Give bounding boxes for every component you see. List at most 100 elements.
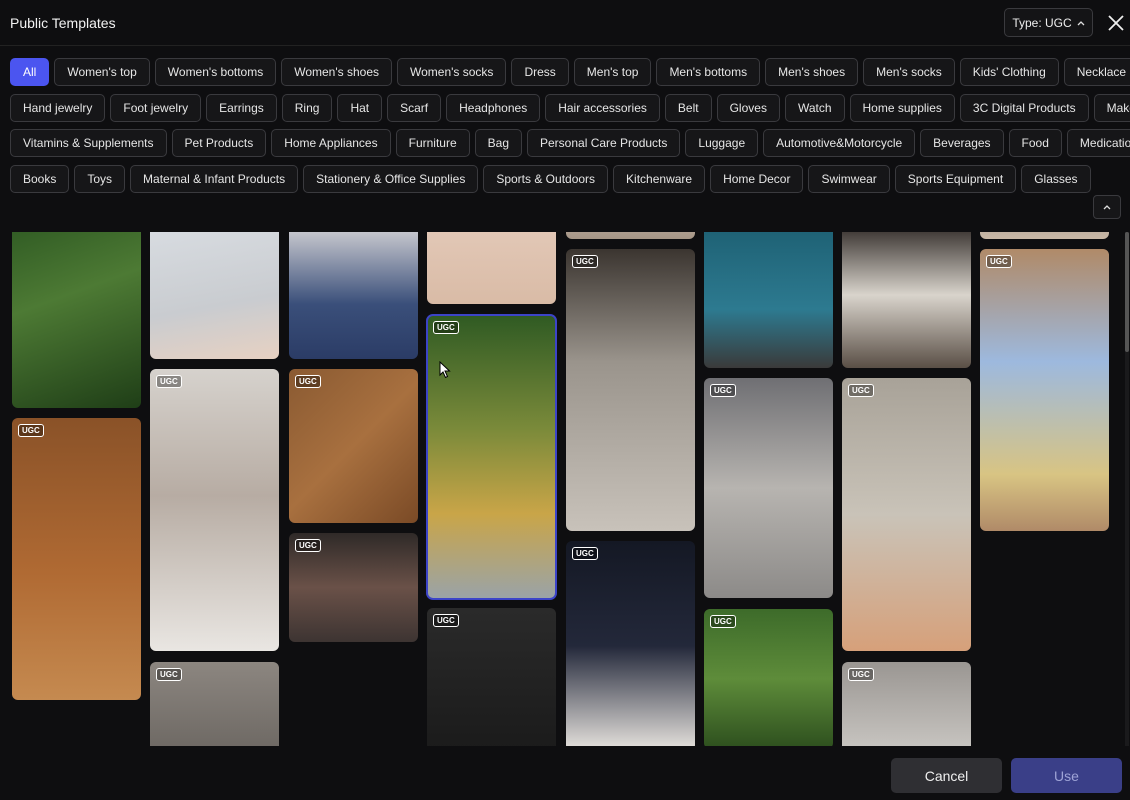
category-chip[interactable]: Glasses (1021, 165, 1091, 193)
shampoo-bottle-photo[interactable]: UGC (426, 314, 557, 600)
category-chip[interactable]: Earrings (206, 94, 277, 122)
template-gallery: UGC UGC UGC UGC UGC UGC UGC UGC UGC UGC UGC UGC UGC U… (0, 232, 1130, 746)
type-filter-dropdown[interactable]: Type: UGC (1004, 8, 1093, 37)
jeans-outfit-photo[interactable] (289, 232, 418, 359)
kids-sweater-vest-photo[interactable]: UGC (980, 249, 1109, 531)
category-chip[interactable]: Vitamins & Supplements (10, 129, 167, 157)
badminton-racket-photo[interactable] (704, 232, 833, 368)
category-chip[interactable]: Bag (474, 129, 522, 157)
woman-holding-sunscreen-photo[interactable]: UGC (150, 369, 279, 651)
sneakers-photo[interactable]: UGC (150, 662, 279, 746)
category-chip[interactable]: Automotive&Motorcycle (763, 129, 916, 157)
category-chip[interactable]: All (10, 58, 50, 86)
hand-holding-can-photo[interactable] (150, 232, 279, 359)
category-chip[interactable]: Men's bottoms (656, 58, 761, 86)
category-chip[interactable]: 3C Digital Products (959, 94, 1089, 122)
hand-photo[interactable] (427, 232, 556, 304)
category-chip[interactable]: Headphones (446, 94, 541, 122)
ugc-badge: UGC (433, 614, 459, 627)
category-chip[interactable]: Home Appliances (271, 129, 391, 157)
category-chip[interactable]: Stationery & Office Supplies (303, 165, 479, 193)
ugc-badge: UGC (572, 547, 598, 560)
cancel-button[interactable]: Cancel (891, 758, 1002, 793)
facial-device-photo[interactable]: UGC (704, 378, 833, 598)
ugc-badge: UGC (710, 384, 736, 397)
category-chip[interactable]: Hair accessories (545, 94, 660, 122)
page-title: Public Templates (10, 15, 116, 31)
category-chip[interactable]: Men's shoes (765, 58, 859, 86)
modal-header: Public Templates Type: UGC (0, 0, 1130, 46)
tennis-racket-photo[interactable]: UGC (427, 608, 556, 746)
category-chip[interactable]: Men's socks (863, 58, 955, 86)
category-chip[interactable]: Beverages (920, 129, 1004, 157)
white-dress-photo[interactable] (842, 232, 971, 368)
category-chip[interactable]: Kitchenware (613, 165, 706, 193)
type-filter-label: Type: UGC (1012, 15, 1072, 30)
category-chip[interactable]: Pet Products (171, 129, 267, 157)
chevron-up-icon (1103, 205, 1111, 210)
drink-bottle-photo[interactable]: UGC (842, 378, 971, 651)
ugc-badge: UGC (433, 321, 459, 334)
scrollbar-thumb[interactable] (1125, 232, 1129, 352)
category-chip[interactable]: Ring (281, 94, 333, 122)
category-chip[interactable]: Medications (1066, 129, 1130, 157)
gallery-scrollbar[interactable] (1125, 232, 1129, 746)
category-chip[interactable]: Women's bottoms (154, 58, 277, 86)
category-chip[interactable]: Home supplies (849, 94, 955, 122)
ugc-badge: UGC (848, 668, 874, 681)
shampoo-bottle-on-wood-photo[interactable]: UGC (289, 369, 418, 523)
wrist-watch-photo[interactable]: UGC (566, 541, 695, 746)
category-chip[interactable]: Women's top (54, 58, 150, 86)
category-chip[interactable]: Swimwear (808, 165, 890, 193)
category-chip[interactable]: Luggage (685, 129, 759, 157)
ugc-badge: UGC (295, 375, 321, 388)
pump-bottle-photo[interactable]: UGC (842, 662, 971, 746)
category-row: Hand jewelry Foot jewelry Earrings Ring Hat S… (10, 94, 1130, 122)
ugc-badge: UGC (986, 255, 1012, 268)
ugc-badge: UGC (572, 255, 598, 268)
category-chip[interactable]: Women's socks (397, 58, 507, 86)
category-row: All Women's top Women's bottoms Women's sho… (10, 58, 1130, 86)
chevron-up-icon (1077, 20, 1085, 25)
category-chip[interactable]: Kids' Clothing (959, 58, 1059, 86)
ugc-badge: UGC (18, 424, 44, 437)
close-icon[interactable] (1106, 13, 1126, 33)
street-style-woman-photo[interactable]: UGC (566, 249, 695, 531)
category-chip[interactable]: Furniture (395, 129, 470, 157)
ugc-badge: UGC (848, 384, 874, 397)
ugc-badge: UGC (156, 375, 182, 388)
skincare-spray-bottle-photo[interactable] (12, 232, 141, 408)
category-chip[interactable]: Dress (511, 58, 569, 86)
category-chip[interactable]: Toys (74, 165, 126, 193)
category-chip[interactable]: Books (10, 165, 70, 193)
ugc-badge: UGC (295, 539, 321, 552)
use-button[interactable]: Use (1011, 758, 1122, 793)
category-chip[interactable]: Hat (337, 94, 383, 122)
category-chip[interactable]: Necklace (1063, 58, 1130, 86)
category-chip[interactable]: Makeup (1093, 94, 1130, 122)
collapse-categories-button[interactable] (1093, 195, 1121, 219)
category-chip[interactable]: Sports Equipment (894, 165, 1017, 193)
category-chip[interactable]: Foot jewelry (110, 94, 202, 122)
template-thumbnail-photo[interactable] (566, 232, 695, 239)
category-chip[interactable]: Food (1008, 129, 1062, 157)
category-chip[interactable]: Women's shoes (281, 58, 392, 86)
category-chip[interactable]: Watch (784, 94, 845, 122)
category-chip[interactable]: Scarf (387, 94, 442, 122)
category-chip[interactable]: Home Decor (710, 165, 804, 193)
serum-dropper-bottle-photo[interactable]: UGC (12, 418, 141, 700)
category-chip[interactable]: Belt (664, 94, 712, 122)
template-thumbnail-photo[interactable] (980, 232, 1109, 239)
category-chip[interactable]: Maternal & Infant Products (130, 165, 299, 193)
category-chip[interactable]: Sports & Outdoors (483, 165, 609, 193)
lip-balm-photo[interactable]: UGC (704, 609, 833, 746)
category-row: Books Toys Maternal & Infant Products Stati… (10, 165, 1091, 193)
ugc-badge: UGC (156, 668, 182, 681)
mouse-cursor-icon (439, 361, 451, 379)
category-chip[interactable]: Personal Care Products (527, 129, 681, 157)
ping-pong-paddle-photo[interactable]: UGC (289, 533, 418, 642)
category-chip[interactable]: Men's top (573, 58, 652, 86)
category-chip[interactable]: Hand jewelry (10, 94, 106, 122)
ugc-badge: UGC (710, 615, 736, 628)
category-chip[interactable]: Gloves (716, 94, 780, 122)
